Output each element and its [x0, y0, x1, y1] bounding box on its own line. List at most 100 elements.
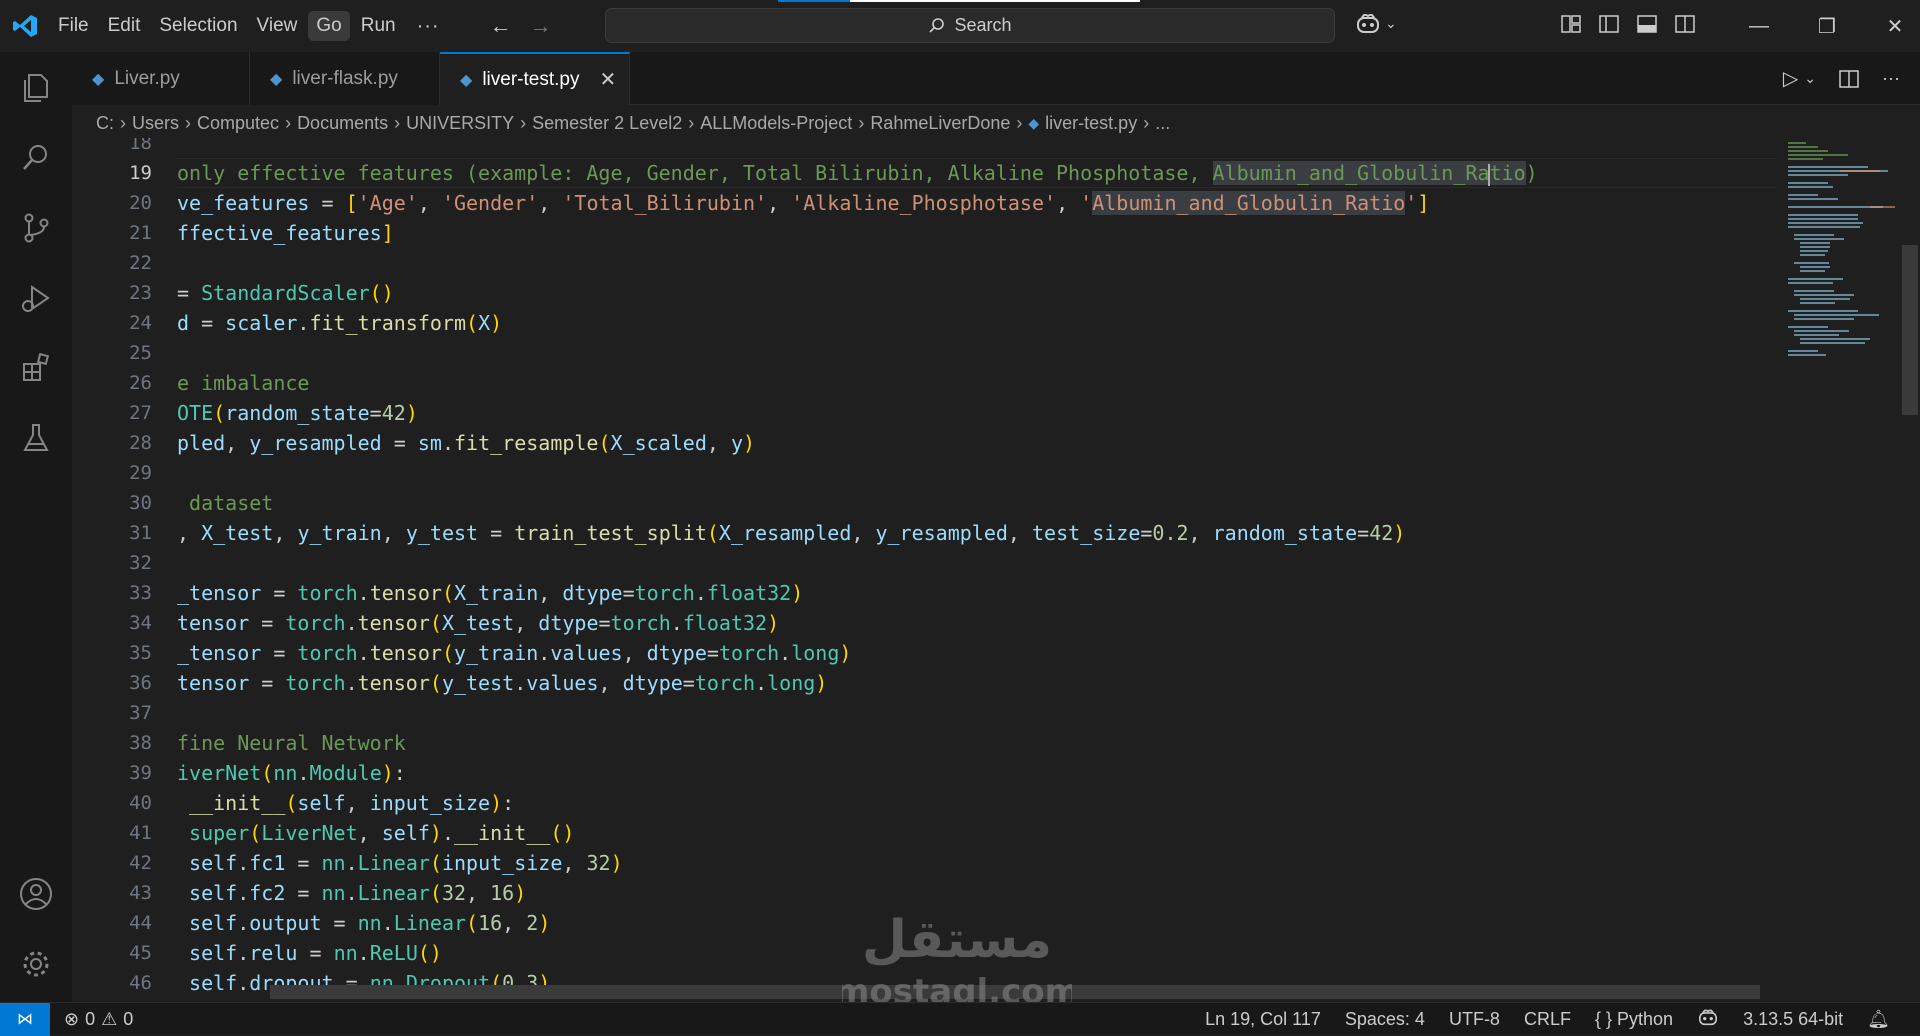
code-line: = StandardScaler() [177, 281, 394, 305]
minimize-button[interactable]: — [1725, 15, 1793, 38]
back-arrow-icon[interactable]: ← [490, 13, 512, 39]
account-icon[interactable] [16, 874, 56, 914]
breadcrumb-item[interactable]: Users [132, 113, 179, 134]
close-window-button[interactable]: ✕ [1861, 14, 1920, 39]
python-file-icon: ◆ [92, 70, 105, 88]
tab-liver-test-py[interactable]: ◆ liver-test.py ✕ [440, 52, 630, 105]
toggle-panel-icon[interactable] [1636, 13, 1658, 35]
code-editor[interactable]: 18 19 20 21 22 23 24 25 26 27 28 29 30 31 32 33 34 35 36 37… [72, 138, 1777, 1002]
status-bar: ⋈ ⊗ 0 ⚠ 0 Ln 19, Col 117 Spaces: 4 UTF-8… [0, 1002, 1920, 1036]
breadcrumb-item[interactable]: C: [96, 113, 114, 134]
python-interpreter[interactable]: 3.13.5 64-bit [1743, 1009, 1843, 1030]
run-python-file-icon[interactable]: ▷ [1783, 66, 1798, 91]
vertical-scrollbar-thumb[interactable] [1902, 245, 1918, 415]
manage-gear-icon[interactable] [16, 944, 56, 984]
code-line: _tensor = torch.tensor(X_train, dtype=to… [177, 581, 804, 605]
code-line: d = scaler.fit_transform(X) [177, 311, 503, 335]
menu-go[interactable]: Go [308, 11, 350, 41]
code-line: iverNet(nn.Module): [177, 761, 406, 785]
problems-indicator[interactable]: ⊗ 0 ⚠ 0 [64, 1009, 133, 1030]
remote-window-button[interactable]: ⋈ [0, 1002, 50, 1036]
tab-liver-flask-py[interactable]: ◆ liver-flask.py [250, 52, 440, 105]
warning-icon: ⚠ [101, 1008, 118, 1029]
code-line: , X_test, y_train, y_test = train_test_s… [177, 521, 1406, 545]
error-icon: ⊗ [64, 1008, 80, 1029]
line-number: 24 [129, 312, 152, 334]
code-line: ve_features = ['Age', 'Gender', 'Total_B… [177, 191, 1430, 215]
line-number: 19 [129, 162, 152, 184]
copilot-button[interactable]: ⌄ [1355, 12, 1397, 34]
copilot-status-icon[interactable] [1697, 1008, 1719, 1031]
line-number: 44 [129, 912, 152, 934]
split-editor-icon[interactable] [1838, 68, 1860, 90]
breadcrumb-item[interactable]: RahmeLiverDone [870, 113, 1010, 134]
testing-flask-icon[interactable] [16, 418, 56, 458]
code-line: ffective_features] [177, 221, 394, 245]
menu-more-button[interactable]: ··· [407, 11, 450, 42]
extensions-icon[interactable] [16, 348, 56, 388]
breadcrumb-item[interactable]: liver-test.py [1045, 113, 1137, 134]
more-actions-icon[interactable]: ··· [1882, 68, 1900, 89]
close-tab-icon[interactable]: ✕ [599, 67, 616, 92]
code-line: e imbalance [177, 371, 310, 395]
code-line: self.fc1 = nn.Linear(input_size, 32) [189, 851, 623, 875]
menu-view[interactable]: View [249, 11, 306, 41]
notifications-bell-icon[interactable]: 🔔︎ [1867, 1009, 1890, 1030]
language-mode[interactable]: { } Python [1595, 1009, 1673, 1030]
menu-run[interactable]: Run [353, 11, 404, 41]
file-encoding[interactable]: UTF-8 [1449, 1009, 1500, 1030]
line-number: 38 [129, 732, 152, 754]
search-icon [929, 17, 945, 33]
forward-arrow-icon[interactable]: → [530, 13, 552, 39]
line-number: 36 [129, 672, 152, 694]
source-control-icon[interactable] [16, 208, 56, 248]
python-file-icon: ◆ [270, 70, 283, 88]
code-line: super(LiverNet, self).__init__() [189, 821, 575, 845]
menu-edit[interactable]: Edit [100, 11, 149, 41]
menu-selection[interactable]: Selection [151, 11, 245, 41]
chevron-down-icon[interactable]: ⌄ [1804, 70, 1816, 87]
remote-icon: ⋈ [17, 1011, 33, 1028]
breadcrumb-item[interactable]: ... [1155, 113, 1170, 134]
warning-count: 0 [123, 1008, 134, 1029]
tab-label: liver-flask.py [292, 67, 398, 89]
breadcrumb-item[interactable]: Computec [197, 113, 279, 134]
chevron-down-icon: ⌄ [1385, 14, 1397, 31]
customize-layout-icon[interactable] [1560, 13, 1582, 35]
tab-liver-py[interactable]: ◆ Liver.py [72, 52, 250, 105]
python-file-icon: ◆ [1028, 114, 1040, 131]
activity-bar [0, 52, 72, 1002]
line-ending[interactable]: CRLF [1524, 1009, 1571, 1030]
code-line: only effective features (example: Age, G… [177, 161, 1538, 186]
run-debug-icon[interactable] [16, 278, 56, 318]
breadcrumb-item[interactable]: Semester 2 Level2 [532, 113, 682, 134]
restore-button[interactable]: ❐ [1793, 14, 1861, 39]
code-line: __init__(self, input_size): [189, 791, 515, 815]
code-line: _tensor = torch.tensor(y_train.values, d… [177, 641, 852, 665]
line-number: 30 [129, 492, 152, 514]
code-line: fine Neural Network [177, 731, 406, 755]
menu-bar: File Edit Selection View Go Run ··· [50, 0, 450, 52]
tab-label: Liver.py [114, 67, 180, 89]
menu-file[interactable]: File [50, 11, 97, 41]
toggle-primary-sidebar-icon[interactable] [1598, 13, 1620, 35]
line-number: 21 [129, 222, 152, 244]
code-line: tensor = torch.tensor(y_test.values, dty… [177, 671, 828, 695]
explorer-icon[interactable] [16, 68, 56, 108]
minimap[interactable] [1780, 138, 1900, 388]
tab-label: liver-test.py [482, 68, 580, 90]
line-number: 39 [129, 762, 152, 784]
braces-icon: { } [1594, 1009, 1612, 1029]
breadcrumb-item[interactable]: UNIVERSITY [406, 113, 514, 134]
search-sidebar-icon[interactable] [16, 138, 56, 178]
indentation[interactable]: Spaces: 4 [1345, 1009, 1425, 1030]
command-center-search[interactable]: Search [605, 8, 1335, 43]
search-label: Search [954, 15, 1012, 35]
title-bar: File Edit Selection View Go Run ··· ← → … [0, 0, 1920, 52]
cursor-position[interactable]: Ln 19, Col 117 [1205, 1009, 1321, 1030]
breadcrumb-item[interactable]: ALLModels-Project [700, 113, 852, 134]
breadcrumb-item[interactable]: Documents [297, 113, 388, 134]
line-number: 29 [129, 462, 152, 484]
line-number: 26 [129, 372, 152, 394]
toggle-secondary-sidebar-icon[interactable] [1674, 13, 1696, 35]
